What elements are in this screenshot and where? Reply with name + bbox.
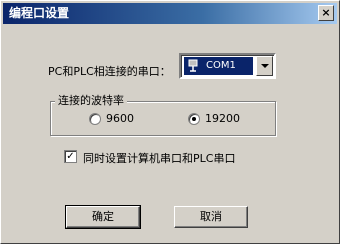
title-bar[interactable]: 编程口设置 × bbox=[3, 3, 337, 24]
baud-rate-group-label: 连接的波特率 bbox=[55, 94, 127, 107]
dialog-window: 编程口设置 × PC和PLC相连接的串口： COM1 连接的波特率 9600 1… bbox=[0, 0, 340, 244]
checkmark-icon: ✓ bbox=[66, 151, 75, 162]
port-select-value: COM1 bbox=[184, 57, 253, 75]
sync-checkbox-label[interactable]: 同时设置计算机串口和PLC串口 bbox=[83, 150, 235, 166]
port-select-text: COM1 bbox=[206, 60, 236, 71]
close-icon: × bbox=[321, 6, 331, 19]
chevron-down-icon[interactable] bbox=[256, 56, 273, 76]
close-button[interactable]: × bbox=[318, 5, 334, 21]
sync-checkbox[interactable]: ✓ bbox=[64, 150, 77, 163]
radio-19200-label[interactable]: 19200 bbox=[205, 112, 240, 125]
radio-9600-label[interactable]: 9600 bbox=[106, 112, 134, 125]
port-select[interactable]: COM1 bbox=[179, 53, 276, 79]
ok-button[interactable]: 确定 bbox=[65, 205, 141, 229]
radio-19200[interactable] bbox=[188, 113, 200, 125]
cancel-button[interactable]: 取消 bbox=[174, 206, 248, 228]
serial-port-icon bbox=[188, 59, 198, 72]
window-title: 编程口设置 bbox=[9, 6, 70, 20]
radio-9600[interactable] bbox=[89, 113, 101, 125]
port-label: PC和PLC相连接的串口： bbox=[48, 65, 171, 78]
